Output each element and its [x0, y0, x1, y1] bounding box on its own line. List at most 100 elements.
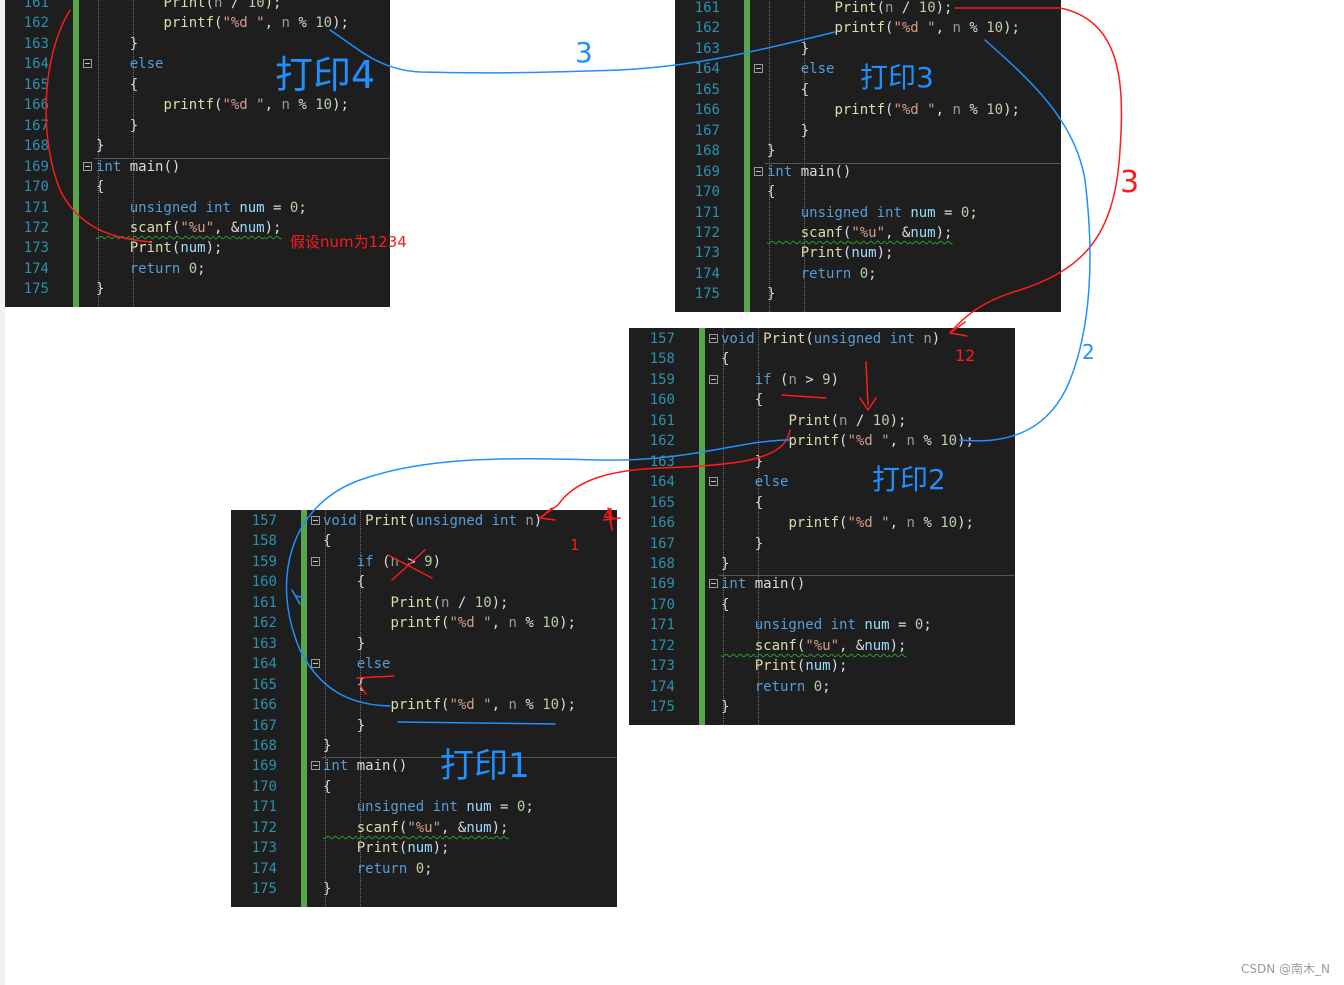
code-text[interactable]: } [767, 141, 775, 161]
code-text[interactable]: } [96, 279, 104, 299]
code-text[interactable]: { [721, 493, 763, 513]
code-text[interactable]: printf("%d ", n % 10); [96, 13, 348, 33]
code-text[interactable]: { [721, 595, 729, 615]
fold-toggle-icon[interactable] [709, 334, 718, 343]
line-number: 168 [649, 555, 675, 572]
line-number: 166 [251, 697, 277, 714]
fold-toggle-icon[interactable] [311, 516, 320, 525]
fold-toggle-icon[interactable] [311, 761, 320, 771]
code-text[interactable]: } [721, 534, 763, 554]
code-text[interactable]: { [721, 390, 763, 410]
code-text[interactable]: if (n > 9) [721, 370, 839, 390]
code-text[interactable]: else [721, 472, 789, 492]
code-text[interactable]: scanf("%u", &num); [96, 218, 282, 238]
code-text[interactable]: { [323, 777, 331, 797]
fold-toggle-icon[interactable] [311, 556, 320, 566]
code-text[interactable]: } [767, 284, 775, 304]
code-text[interactable]: if (n > 9) [323, 552, 441, 572]
code-text[interactable]: scanf("%u", &num); [323, 818, 509, 838]
code-text[interactable]: } [323, 634, 365, 654]
fold-toggle-icon[interactable] [709, 477, 718, 487]
code-text[interactable]: { [96, 177, 104, 197]
code-text[interactable]: Print(n / 10); [323, 593, 508, 613]
code-text[interactable]: else [96, 54, 164, 74]
code-text[interactable]: int main() [323, 756, 407, 776]
code-text[interactable]: return 0; [96, 259, 206, 279]
code-text[interactable]: Print(num); [767, 243, 894, 263]
code-text[interactable]: scanf("%u", &num); [767, 223, 953, 243]
code-text[interactable]: void Print(unsigned int n) [323, 511, 542, 531]
code-text[interactable]: unsigned int num = 0; [323, 797, 534, 817]
code-text[interactable]: return 0; [767, 264, 877, 284]
code-text[interactable]: { [767, 182, 775, 202]
code-text[interactable]: printf("%d ", n % 10); [721, 513, 973, 533]
code-text[interactable]: } [767, 121, 809, 141]
line-number: 175 [694, 286, 720, 303]
code-text[interactable]: { [323, 572, 365, 592]
code-text[interactable]: } [323, 716, 365, 736]
code-text[interactable]: } [721, 697, 729, 717]
code-text[interactable]: printf("%d ", n % 10); [721, 431, 973, 451]
watermark: CSDN @南木_N [1240, 962, 1330, 976]
code-text[interactable]: unsigned int num = 0; [96, 198, 307, 218]
code-text[interactable]: Print(num); [721, 656, 848, 676]
code-text[interactable]: Print(n / 10); [767, 0, 952, 18]
line-number: 170 [23, 179, 49, 196]
code-text[interactable]: unsigned int num = 0; [767, 203, 978, 223]
line-number: 169 [251, 758, 277, 775]
line-number: 172 [649, 637, 675, 654]
code-text[interactable]: return 0; [721, 677, 831, 697]
code-text[interactable]: } [767, 39, 809, 59]
code-text[interactable]: } [721, 452, 763, 472]
code-text[interactable]: { [96, 75, 138, 95]
code-text[interactable]: { [767, 80, 809, 100]
code-text[interactable]: scanf("%u", &num); [721, 636, 907, 656]
annotation-label-12: 12 [955, 346, 976, 365]
code-text[interactable]: printf("%d ", n % 10); [767, 18, 1019, 38]
code-text[interactable]: Print(n / 10); [721, 411, 906, 431]
code-text[interactable]: int main() [767, 162, 851, 182]
code-text[interactable]: void Print(unsigned int n) [721, 329, 940, 349]
code-text[interactable]: { [323, 531, 331, 551]
code-line: 161 Print(n / 10); [675, 0, 1061, 18]
code-text[interactable]: Print(num); [96, 238, 223, 258]
code-text[interactable]: } [323, 736, 331, 756]
annotation-handwritten-print-1: 打印1 [440, 746, 530, 786]
fold-toggle-icon[interactable] [754, 64, 763, 74]
code-text[interactable]: Print(n / 10); [96, 0, 281, 13]
code-text[interactable]: } [721, 554, 729, 574]
fold-toggle-icon[interactable] [83, 161, 92, 171]
code-line: 173 Print(num); [231, 838, 617, 858]
fold-toggle-icon[interactable] [754, 166, 763, 176]
code-text[interactable]: printf("%d ", n % 10); [323, 695, 575, 715]
code-text[interactable]: printf("%d ", n % 10); [323, 613, 575, 633]
code-text[interactable]: { [721, 349, 729, 369]
code-text[interactable]: } [323, 879, 331, 899]
code-text[interactable]: else [767, 59, 835, 79]
code-text[interactable]: Print(num); [323, 838, 450, 858]
code-line: 161 Print(n / 10); [231, 593, 617, 613]
line-number: 173 [251, 840, 277, 857]
code-text[interactable]: unsigned int num = 0; [721, 615, 932, 635]
line-number: 161 [694, 0, 720, 16]
fold-toggle-icon[interactable] [709, 374, 718, 384]
annotation-label-2: 2 [1082, 340, 1095, 364]
line-number: 169 [23, 158, 49, 175]
code-line: 169 int main() [675, 162, 1061, 182]
code-text[interactable]: int main() [96, 157, 180, 177]
fold-toggle-icon[interactable] [709, 579, 718, 589]
line-number: 175 [23, 281, 49, 298]
code-text[interactable]: int main() [721, 574, 805, 594]
code-text[interactable]: else [323, 654, 391, 674]
code-text[interactable]: } [96, 34, 138, 54]
code-text[interactable]: printf("%d ", n % 10); [767, 100, 1019, 120]
fold-toggle-icon[interactable] [311, 659, 320, 669]
code-text[interactable]: { [323, 675, 365, 695]
code-text[interactable]: } [96, 116, 138, 136]
line-number: 161 [649, 412, 675, 429]
fold-toggle-icon[interactable] [83, 59, 92, 69]
code-text[interactable]: return 0; [323, 859, 433, 879]
annotation-label-1: 1 [570, 536, 580, 554]
code-line: 159 if (n > 9) [231, 552, 617, 572]
code-text[interactable]: } [96, 136, 104, 156]
